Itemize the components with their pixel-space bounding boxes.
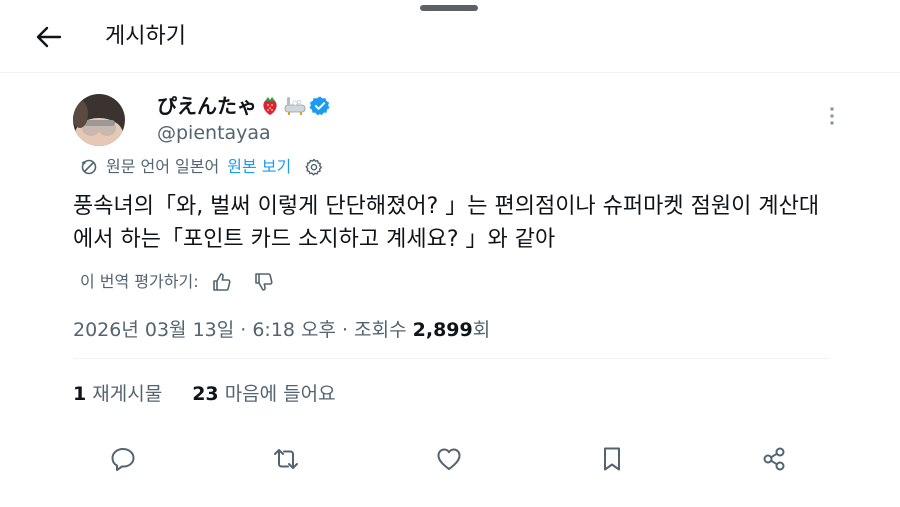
avatar[interactable]: [73, 94, 125, 146]
back-button[interactable]: [36, 26, 62, 48]
drag-handle[interactable]: [420, 5, 478, 11]
arrow-left-icon: [36, 26, 62, 48]
tweet-datetime[interactable]: 2026년 03월 13일 · 6:18 오후 · 조회수: [73, 319, 413, 341]
likes-count: 23: [192, 383, 219, 405]
thumbs-down-icon[interactable]: [253, 272, 275, 292]
like-icon: [437, 448, 461, 470]
repost-icon: [274, 449, 298, 469]
tweet-meta: 2026년 03월 13일 · 6:18 오후 · 조회수 2,899회: [73, 316, 490, 344]
more-vertical-icon: [830, 107, 834, 125]
reposts-label: 재게시물: [92, 383, 163, 405]
reply-button[interactable]: [108, 444, 138, 474]
view-count-suffix: 회: [472, 319, 491, 341]
reposts-stat[interactable]: 1 재게시물: [73, 380, 162, 408]
rate-translation-row: 이 번역 평가하기:: [80, 270, 275, 294]
translate-icon: [81, 159, 97, 175]
bookmark-button[interactable]: [597, 444, 627, 474]
translation-source-label: 원문 언어 일본어: [106, 157, 220, 176]
engagement-stats: 1 재게시물 23 마음에 들어요: [73, 380, 336, 408]
gear-icon[interactable]: [305, 158, 323, 176]
repost-button[interactable]: [271, 444, 301, 474]
meta-divider: [73, 358, 829, 359]
page-title: 게시하기: [105, 24, 186, 49]
translation-row: 원문 언어 일본어 원본 보기: [80, 155, 323, 179]
verified-badge-icon: [309, 96, 330, 116]
view-count: 2,899: [412, 319, 473, 341]
avatar-image: [73, 94, 125, 146]
tweet-text: 풍속녀의「와, 벌써 이렇게 단단해졌어? 」는 편의점이나 슈퍼마켓 점원이 …: [73, 194, 820, 252]
author-handle[interactable]: @pientayaa: [157, 120, 271, 146]
thumbs-up-icon[interactable]: [211, 272, 233, 292]
likes-stat[interactable]: 23 마음에 들어요: [192, 380, 335, 408]
bookmark-icon: [604, 447, 620, 471]
likes-label: 마음에 들어요: [224, 383, 336, 405]
strawberry-emoji-icon: [263, 97, 277, 115]
bathtub-emoji-icon: [284, 97, 306, 115]
show-original-link[interactable]: 원본 보기: [227, 155, 291, 179]
like-button[interactable]: [434, 444, 464, 474]
author-name-row[interactable]: ぴえんたゃ: [157, 92, 331, 120]
share-button[interactable]: [759, 444, 789, 474]
reposts-count: 1: [73, 383, 87, 405]
rate-translation-label: 이 번역 평가하기:: [80, 272, 199, 291]
reply-icon: [111, 448, 135, 471]
more-options-button[interactable]: [822, 104, 842, 128]
header-divider: [0, 72, 900, 73]
share-icon: [763, 447, 785, 471]
author-name: ぴえんたゃ: [157, 94, 257, 118]
